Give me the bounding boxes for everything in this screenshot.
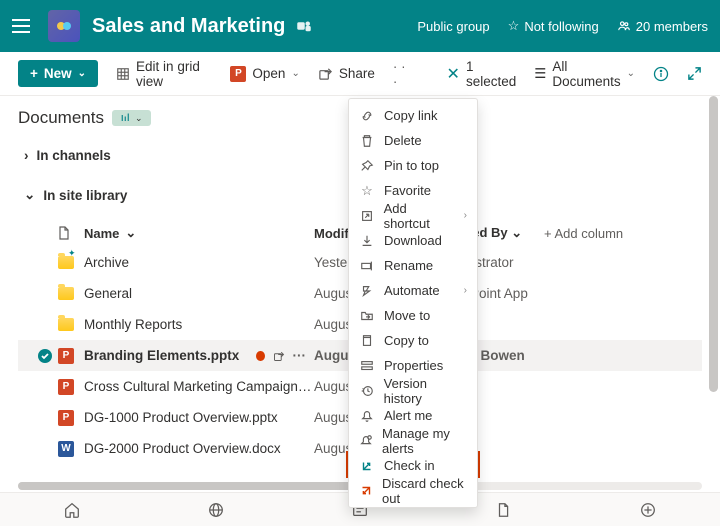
powerpoint-icon: P	[58, 348, 74, 364]
chevron-down-icon: ⌄	[24, 187, 35, 203]
menu-item-manage-my-alerts[interactable]: Manage my alerts	[349, 428, 477, 453]
alerts-icon	[359, 434, 373, 448]
menu-item-favorite[interactable]: ☆Favorite	[349, 178, 477, 203]
ellipsis-icon[interactable]: ···	[293, 348, 307, 363]
menu-item-delete[interactable]: Delete	[349, 128, 477, 153]
item-name[interactable]: Cross Cultural Marketing Campaigns.pptx	[84, 379, 314, 394]
add-column[interactable]: + Add column	[544, 226, 623, 241]
context-menu: Copy linkDeletePin to top☆FavoriteAdd sh…	[348, 98, 478, 508]
chevron-down-icon: ⌄	[78, 68, 86, 79]
menu-item-automate[interactable]: Automate›	[349, 278, 477, 303]
history-icon	[359, 384, 375, 398]
selected-count[interactable]: ✕ 1 selected	[447, 59, 517, 89]
chevron-down-icon: ⌄	[291, 68, 299, 79]
copyto-icon	[359, 334, 375, 348]
menu-item-discard-check-out[interactable]: Discard check out	[349, 478, 477, 503]
alert-icon	[359, 409, 375, 423]
powerpoint-icon: P	[230, 66, 246, 82]
people-icon	[617, 19, 631, 33]
powerpoint-icon: P	[58, 410, 74, 426]
rename-icon	[359, 259, 375, 273]
chevron-right-icon: ›	[464, 285, 467, 296]
files-icon[interactable]	[495, 501, 513, 519]
checkmark-circle-icon[interactable]	[37, 348, 53, 364]
item-name[interactable]: Monthly Reports	[84, 317, 314, 332]
link-icon	[359, 109, 375, 123]
members-button[interactable]: 20 members	[617, 19, 708, 34]
word-icon: W	[58, 441, 74, 457]
new-button[interactable]: + New ⌄	[18, 60, 98, 87]
menu-item-download[interactable]: Download	[349, 228, 477, 253]
menu-item-add-shortcut[interactable]: Add shortcut›	[349, 203, 477, 228]
expand-icon	[687, 66, 702, 81]
info-icon	[653, 66, 669, 82]
follow-button[interactable]: ☆ Not following	[508, 18, 599, 34]
group-privacy: Public group	[417, 19, 489, 34]
star-outline-icon: ☆	[508, 18, 520, 34]
share-icon	[318, 66, 333, 81]
pin-icon	[359, 159, 375, 173]
menu-item-copy-to[interactable]: Copy to	[349, 328, 477, 353]
menu-item-pin-to-top[interactable]: Pin to top	[349, 153, 477, 178]
col-type-icon[interactable]	[58, 226, 84, 240]
site-title[interactable]: Sales and Marketing	[92, 15, 285, 38]
vertical-scrollbar[interactable]	[709, 96, 718, 392]
chevron-right-icon: ›	[24, 148, 29, 163]
info-button[interactable]	[653, 66, 669, 82]
chevron-down-icon: ⌄	[627, 68, 635, 79]
moveto-icon	[359, 309, 375, 323]
col-name[interactable]: Name⌄	[84, 225, 314, 241]
item-name[interactable]: Archive	[84, 255, 314, 270]
more-actions-button[interactable]: · · ·	[393, 59, 411, 89]
add-icon[interactable]	[639, 501, 657, 519]
shortcut-icon	[359, 209, 375, 223]
menu-item-properties[interactable]: Properties	[349, 353, 477, 378]
home-icon[interactable]	[63, 501, 81, 519]
menu-item-move-to[interactable]: Move to	[349, 303, 477, 328]
item-name[interactable]: DG-2000 Product Overview.docx	[84, 441, 314, 456]
menu-item-alert-me[interactable]: Alert me	[349, 403, 477, 428]
powerpoint-icon: P	[58, 379, 74, 395]
trash-icon	[359, 134, 375, 148]
command-bar: + New ⌄ Edit in grid view P Open ⌄ Share…	[0, 52, 720, 96]
open-button[interactable]: P Open ⌄	[230, 66, 299, 82]
plus-icon: +	[30, 66, 38, 81]
item-name[interactable]: DG-1000 Product Overview.pptx	[84, 410, 314, 425]
menu-item-rename[interactable]: Rename	[349, 253, 477, 278]
view-toggle[interactable]: ⌄	[112, 110, 151, 126]
list-icon: ☰	[534, 66, 546, 82]
edit-grid-button[interactable]: Edit in grid view	[116, 59, 212, 89]
share-icon[interactable]	[273, 349, 285, 363]
folder-icon	[58, 287, 74, 300]
download-icon	[359, 234, 375, 248]
ellipsis-icon: · · ·	[393, 59, 411, 89]
menu-item-check-in[interactable]: Check in	[349, 453, 477, 478]
globe-icon[interactable]	[207, 501, 225, 519]
checkin-icon	[359, 459, 375, 473]
fullscreen-button[interactable]	[687, 66, 702, 81]
automate-icon	[359, 284, 375, 298]
close-selection-icon[interactable]: ✕	[447, 64, 460, 84]
chevron-down-icon: ⌄	[135, 113, 143, 124]
suite-header: Sales and Marketing Public group ☆ Not f…	[0, 0, 720, 52]
menu-item-version-history[interactable]: Version history	[349, 378, 477, 403]
waffle-menu[interactable]	[12, 14, 36, 38]
discard-icon	[359, 484, 373, 498]
menu-item-copy-link[interactable]: Copy link	[349, 103, 477, 128]
props-icon	[359, 359, 375, 373]
folder-icon	[58, 318, 74, 331]
teams-icon[interactable]	[295, 17, 313, 35]
share-button[interactable]: Share	[318, 66, 375, 81]
view-selector[interactable]: ☰ All Documents ⌄	[534, 59, 635, 89]
item-name[interactable]: General	[84, 286, 314, 301]
grid-icon	[116, 67, 130, 81]
site-logo[interactable]	[48, 10, 80, 42]
bars-icon	[120, 112, 132, 124]
chevron-right-icon: ›	[464, 210, 467, 221]
checked-out-icon	[256, 351, 265, 361]
star-icon: ☆	[359, 183, 375, 199]
